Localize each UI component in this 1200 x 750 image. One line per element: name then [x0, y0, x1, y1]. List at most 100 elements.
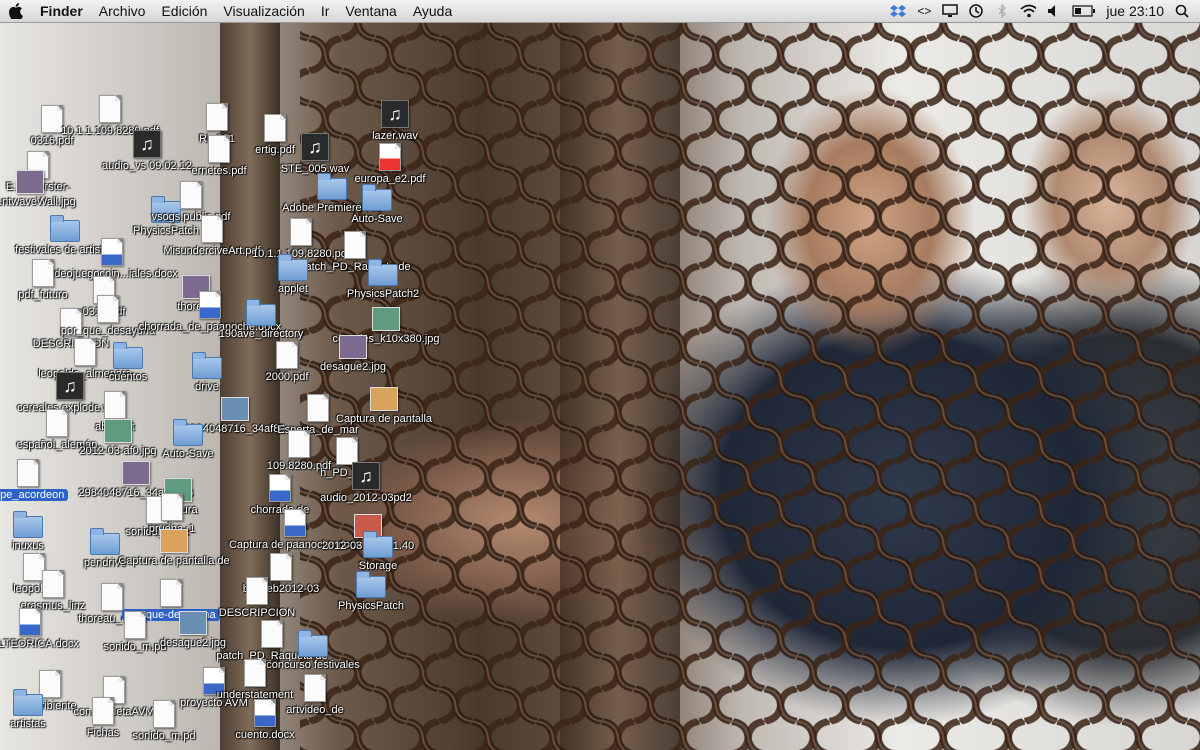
desktop-icon-doc[interactable]: artvideo_de: [286, 674, 344, 716]
apple-logo-icon[interactable]: [0, 3, 32, 19]
document-icon: [32, 259, 54, 287]
desktop-icon-doc[interactable]: por_que_desayuna: [61, 295, 155, 337]
folder-icon: [362, 184, 392, 211]
desktop-icon-doc[interactable]: sonido_m.pd: [104, 611, 167, 653]
desktop-icon-folder[interactable]: inuxus: [0, 511, 56, 552]
image-file-icon: [16, 170, 44, 194]
desktop-icon-doc[interactable]: pdf_futuro: [15, 259, 71, 301]
desktop-icon-folder[interactable]: applet: [265, 254, 321, 295]
desktop-icon-doc[interactable]: ernetes.pdf: [191, 135, 247, 177]
code-brackets-icon[interactable]: <>: [916, 4, 932, 18]
document-icon: [264, 114, 286, 142]
document-icon: [41, 105, 63, 133]
desktop-icon-doc[interactable]: erasmus_linz: [21, 570, 85, 612]
audio-file-icon: ♫: [56, 372, 84, 400]
desktop-icon-doc[interactable]: MisunderciveArt.pdf: [163, 215, 261, 257]
desktop-icon-thumb[interactable]: desague2.jpg: [320, 335, 386, 373]
desktop-icon-label: WALTEORICA.docx: [0, 638, 79, 650]
battery-icon[interactable]: [1072, 4, 1096, 18]
document-icon: [92, 697, 114, 725]
desktop-icon-folder[interactable]: Storage: [350, 531, 406, 572]
desktop-icon-label: inuxus: [12, 540, 44, 552]
document-icon: [124, 611, 146, 639]
desktop-icon-label: PhysicsPatch: [337, 600, 405, 612]
desktop-icon-label: cuentos: [108, 371, 148, 383]
desktop-icon-audio[interactable]: ♫ lazer.wav: [367, 100, 423, 142]
time-machine-icon[interactable]: [968, 4, 984, 18]
desktop-icon-docx[interactable]: Captura de paanoche.docx: [229, 509, 361, 551]
document-icon: [104, 391, 126, 419]
bluetooth-icon[interactable]: [994, 4, 1010, 18]
desktop-icon-audio[interactable]: ♫ audio_2012-03pd2: [320, 462, 412, 504]
desktop-icon-doc[interactable]: 2000.pdf: [259, 341, 315, 383]
folder-icon: [13, 511, 43, 538]
folder-icon: [192, 352, 222, 379]
desktop-icon-docx[interactable]: WALTEORICA.docx: [0, 608, 79, 650]
wifi-icon[interactable]: [1020, 4, 1037, 18]
spotlight-search-icon[interactable]: [1174, 4, 1190, 18]
document-icon: [344, 231, 366, 259]
desktop-icon-thumb[interactable]: 2012-03-af0.jpg: [79, 419, 157, 457]
menu-visualizacion[interactable]: Visualización: [215, 3, 312, 19]
desktop-icon-thumb[interactable]: desague2.jpg: [160, 611, 226, 649]
display-icon[interactable]: [942, 4, 959, 18]
image-file-icon: [372, 307, 400, 331]
desktop-icon-folder[interactable]: Auto-Save: [160, 419, 216, 460]
menu-edicion[interactable]: Edición: [153, 3, 215, 19]
image-file-icon: [339, 335, 367, 359]
folder-icon: [317, 173, 347, 200]
desktop-icon-label: sonido_m.pd: [132, 730, 196, 742]
document-icon: [206, 103, 228, 131]
desktop-icon-folder[interactable]: cuentos: [100, 342, 156, 383]
desktop-icon-folder[interactable]: drive: [179, 352, 235, 393]
word-file-icon: [284, 509, 306, 537]
menu-ventana[interactable]: Ventana: [337, 3, 404, 19]
desktop-icon-label: cuento.docx: [235, 729, 295, 741]
desktop-icon-audio[interactable]: ♫ audio_vs 09.02.12: [102, 130, 192, 172]
desktop-icon-docx[interactable]: chorrada_de_paanoche.docx: [139, 291, 281, 333]
document-icon: [17, 459, 39, 487]
volume-icon[interactable]: [1046, 4, 1062, 18]
desktop-icon-label: 2000.pdf: [265, 371, 309, 383]
desktop-icon-thumb[interactable]: eventwaveWall.jpg: [0, 170, 76, 208]
desktop-icon-doc[interactable]: sonido_m.pd: [133, 700, 196, 742]
document-icon: [290, 218, 312, 246]
desktop-icon-label: eventwaveWall.jpg: [0, 196, 76, 208]
folder-icon: [298, 630, 328, 657]
desktop-icon-label: type_acordeon: [0, 489, 69, 501]
desktop-icon-folder[interactable]: 190ave_directory: [219, 299, 303, 340]
desktop-icon-thumb[interactable]: Captura de pantalla de: [118, 529, 230, 567]
chain-link-mesh: [300, 22, 1200, 750]
document-icon: [97, 295, 119, 323]
pdf-file-icon: [379, 143, 401, 171]
desktop-icon-folder[interactable]: PhysicsPatch2: [347, 259, 419, 300]
desktop-icon-doc[interactable]: español_alemán: [17, 409, 97, 451]
folder-icon: [173, 419, 203, 446]
desktop-icon-thumb[interactable]: Captura de pantalla: [336, 387, 432, 425]
dropbox-icon[interactable]: [890, 4, 907, 18]
desktop-icon-folder[interactable]: artistas: [0, 689, 56, 730]
folder-icon: [90, 528, 120, 555]
menu-clock[interactable]: jue 23:10: [1106, 3, 1164, 19]
document-icon: [276, 341, 298, 369]
desktop-icon-docx[interactable]: videojuegocoin...iales.docx: [46, 238, 178, 280]
menu-ayuda[interactable]: Ayuda: [405, 3, 460, 19]
document-icon: [161, 493, 183, 521]
document-icon: [74, 338, 96, 366]
desktop-icon-folder[interactable]: PhysicsPatch: [338, 571, 404, 612]
desktop-icon-label: ernetes.pdf: [191, 165, 247, 177]
menu-ir[interactable]: Ir: [313, 3, 338, 19]
desktop-icon-folder[interactable]: concurso festivales: [266, 630, 360, 671]
desktop-icon-doc[interactable]: Fichas: [75, 697, 131, 739]
desktop-icon-doc[interactable]: DESCRIPCION: [219, 577, 295, 619]
document-icon: [246, 577, 268, 605]
desktop-icon-audio[interactable]: ♫ STE_005.wav: [281, 133, 349, 175]
menu-archivo[interactable]: Archivo: [91, 3, 154, 19]
desktop-icon-pdf[interactable]: europa_e2.pdf: [355, 143, 425, 185]
desktop-icon-doc[interactable]: understatement: [217, 659, 293, 701]
word-file-icon: [269, 474, 291, 502]
menu-finder[interactable]: Finder: [32, 3, 91, 19]
desktop-icon-docx[interactable]: cuento.docx: [235, 699, 295, 741]
desktop-icon-doc[interactable]: type_acordeon: [0, 459, 69, 501]
desktop-icon-folder[interactable]: Auto-Save: [349, 184, 405, 225]
